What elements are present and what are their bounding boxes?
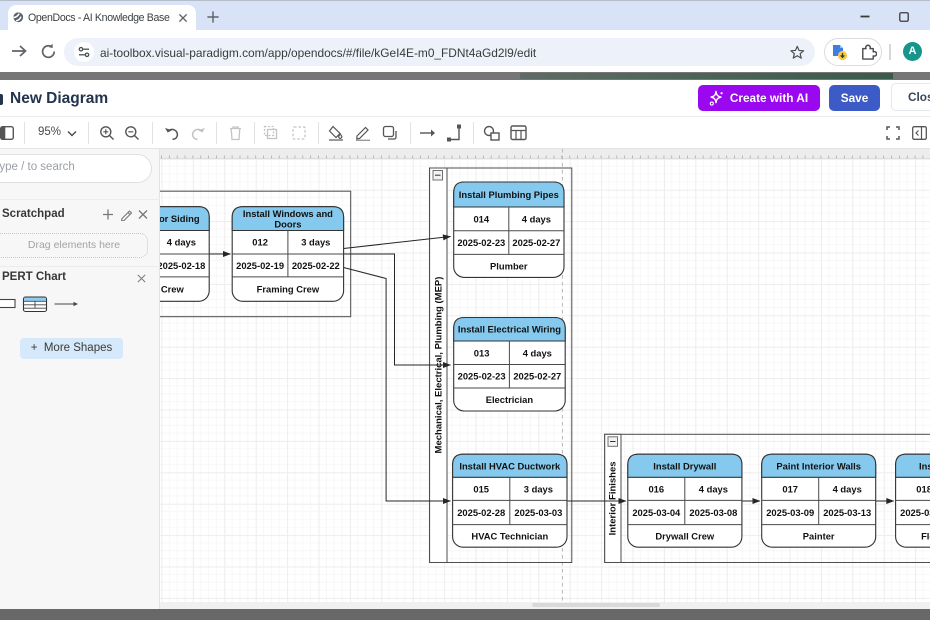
svg-text:Flooring Crew: Flooring Crew <box>921 530 930 541</box>
svg-text:4 days: 4 days <box>833 483 862 494</box>
svg-text:2025-02-27: 2025-02-27 <box>513 371 561 382</box>
svg-text:2025-02-23: 2025-02-23 <box>458 371 506 382</box>
svg-text:2025-02-23: 2025-02-23 <box>457 237 505 248</box>
svg-text:Painter: Painter <box>803 530 835 541</box>
svg-text:Install Exterior Siding: Install Exterior Siding <box>160 213 200 224</box>
svg-text:3 days: 3 days <box>524 483 553 494</box>
svg-text:4 days: 4 days <box>167 237 196 248</box>
svg-text:2025-03-13: 2025-03-13 <box>823 507 871 518</box>
svg-text:2025-02-22: 2025-02-22 <box>292 260 340 271</box>
svg-text:2025-03-09: 2025-03-09 <box>766 507 814 518</box>
svg-text:015: 015 <box>473 483 489 494</box>
svg-text:Install Plumbing Pipes: Install Plumbing Pipes <box>459 189 559 200</box>
svg-text:013: 013 <box>474 347 490 358</box>
svg-text:Install HVAC Ductwork: Install HVAC Ductwork <box>459 460 561 471</box>
svg-text:Interior Finishes: Interior Finishes <box>608 461 619 535</box>
svg-text:4 days: 4 days <box>699 483 728 494</box>
svg-text:3 days: 3 days <box>301 237 330 248</box>
svg-text:Install Windows and: Install Windows and <box>243 208 333 219</box>
svg-text:017: 017 <box>782 483 798 494</box>
svg-text:2025-03-14: 2025-03-14 <box>900 507 930 518</box>
svg-text:2025-03-03: 2025-03-03 <box>514 507 562 518</box>
svg-text:018: 018 <box>916 483 930 494</box>
svg-text:016: 016 <box>648 483 664 494</box>
svg-text:Install Electrical Wiring: Install Electrical Wiring <box>458 324 561 335</box>
svg-text:2025-03-08: 2025-03-08 <box>689 507 737 518</box>
svg-text:4 days: 4 days <box>522 213 551 224</box>
svg-text:2025-02-18: 2025-02-18 <box>160 260 205 271</box>
svg-text:Electrician: Electrician <box>486 394 534 405</box>
svg-text:2025-02-19: 2025-02-19 <box>236 260 284 271</box>
svg-text:HVAC Technician: HVAC Technician <box>471 530 548 541</box>
svg-text:Drywall Crew: Drywall Crew <box>655 530 715 541</box>
svg-text:Paint Interior Walls: Paint Interior Walls <box>776 460 861 471</box>
svg-text:2025-02-27: 2025-02-27 <box>512 237 560 248</box>
svg-text:4 days: 4 days <box>523 347 552 358</box>
svg-text:2025-02-28: 2025-02-28 <box>457 507 505 518</box>
svg-text:Plumber: Plumber <box>490 260 528 271</box>
svg-text:2025-03-04: 2025-03-04 <box>632 507 681 518</box>
svg-text:012: 012 <box>252 237 268 248</box>
svg-text:Framing Crew: Framing Crew <box>257 284 320 295</box>
svg-text:Doors: Doors <box>274 219 301 230</box>
svg-text:Install Drywall: Install Drywall <box>653 460 716 471</box>
svg-text:Install Flooring: Install Flooring <box>919 460 930 471</box>
svg-text:Siding Crew: Siding Crew <box>160 284 184 295</box>
svg-text:014: 014 <box>473 213 489 224</box>
